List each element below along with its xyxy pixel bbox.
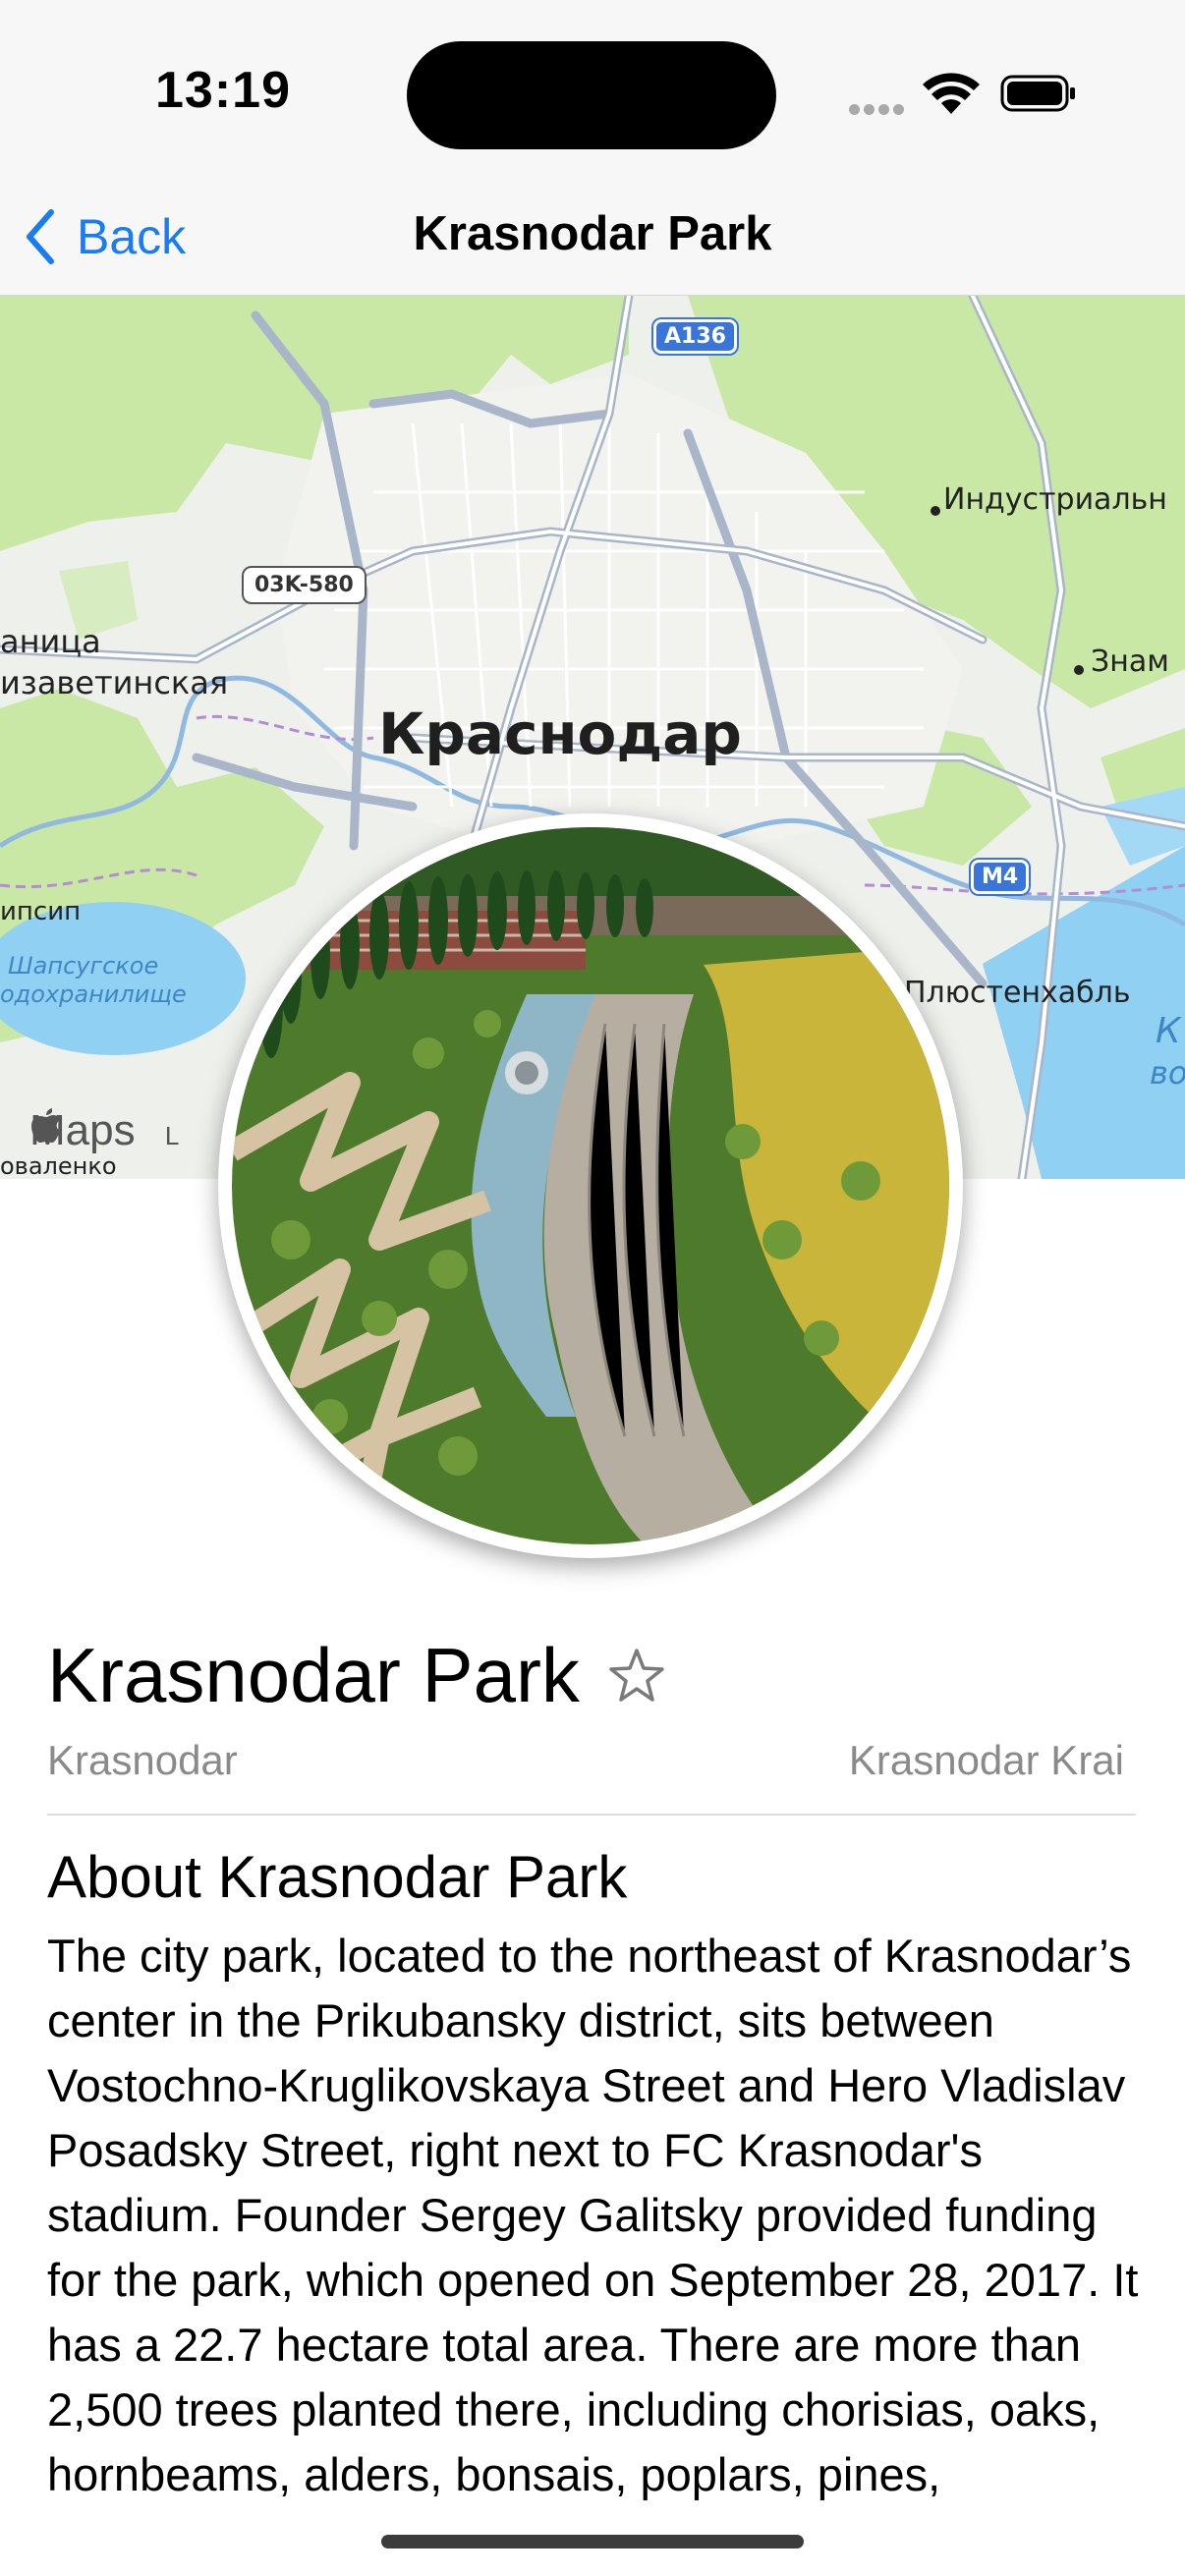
park-photo [232, 827, 949, 1544]
road-badge-m4: M4 [971, 860, 1030, 894]
map-label-znam: Знам [1091, 644, 1169, 679]
water-label-vo: во [1150, 1054, 1185, 1092]
map-label-elizavetinskaya: изаветинская [0, 664, 229, 701]
maps-attribution[interactable]: Maps L [29, 1106, 179, 1155]
wifi-icon [923, 73, 980, 114]
map-label-kovalenko: оваленко [0, 1152, 117, 1179]
battery-icon [1000, 75, 1075, 112]
water-label-shapsug-1: Шапсугское [8, 952, 159, 980]
navigation-bar: Back Krasnodar Park [0, 177, 1185, 296]
water-label-shapsug-2: одохранилище [0, 980, 187, 1008]
status-bar: 13:19 [0, 0, 1185, 177]
place-title: Krasnodar Park [47, 1632, 580, 1718]
map-label-plyustenkhabl: Плюстенхабль [904, 976, 1131, 1010]
park-photo-frame [218, 813, 963, 1558]
home-indicator[interactable] [381, 2535, 804, 2548]
dynamic-island [407, 41, 776, 149]
about-heading: About Krasnodar Park [47, 1844, 628, 1910]
road-badge-a136: A136 [653, 319, 737, 354]
about-text: The city park, located to the northeast … [47, 1930, 1139, 2500]
map-label-ipsip: ипсип [0, 897, 82, 926]
map-label-industrial: Индустриальн [943, 482, 1167, 517]
divider [47, 1814, 1136, 1816]
status-time: 13:19 [155, 62, 291, 119]
nav-title: Krasnodar Park [413, 207, 772, 260]
maps-legal-link[interactable]: L [165, 1121, 179, 1150]
map-label-stanitsa: аница [0, 623, 101, 660]
apple-logo-icon [31, 1108, 60, 1143]
cellular-signal-icon [849, 102, 908, 120]
road-badge-03k580: 03K-580 [244, 568, 365, 602]
place-region: Krasnodar Krai [848, 1737, 1124, 1783]
place-title-row: Krasnodar Park [47, 1631, 666, 1720]
water-label-k: К [1156, 1011, 1181, 1051]
star-outline-icon[interactable] [607, 1647, 666, 1706]
map-city-label: Краснодар [378, 700, 742, 767]
place-city: Krasnodar [47, 1737, 238, 1783]
